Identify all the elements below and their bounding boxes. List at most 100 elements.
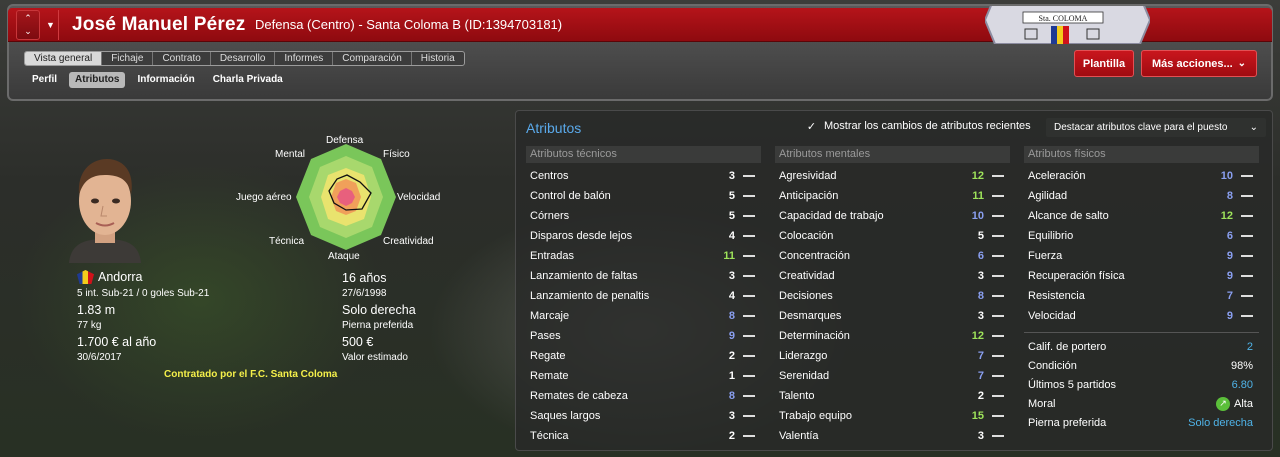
- radar-label-creatividad: Creatividad: [383, 236, 434, 247]
- attribute-row[interactable]: Liderazgo 7: [775, 346, 1010, 366]
- attribute-value: 3: [728, 270, 735, 282]
- attribute-row[interactable]: Saques largos 3: [526, 406, 761, 426]
- attribute-row[interactable]: Resistencia 7: [1024, 286, 1259, 306]
- subtab-2[interactable]: Información: [131, 72, 200, 88]
- nav-arrows[interactable]: ⌃ ⌄: [16, 10, 40, 40]
- tab-2[interactable]: Contrato: [153, 52, 211, 65]
- attribute-value: 5: [728, 190, 735, 202]
- chevron-down-icon[interactable]: ⌄: [24, 25, 32, 38]
- attribute-row[interactable]: Valentía 3: [775, 426, 1010, 446]
- club-badge[interactable]: Sta. COLOMA: [985, 6, 1150, 44]
- attribute-row[interactable]: Agresividad 12: [775, 166, 1010, 186]
- attribute-value: 3: [728, 410, 735, 422]
- tab-3[interactable]: Desarrollo: [211, 52, 276, 65]
- attribute-row[interactable]: Colocación 5: [775, 226, 1010, 246]
- attribute-name: Agilidad: [1028, 190, 1068, 202]
- attribute-value: 10: [971, 210, 984, 222]
- subtab-0[interactable]: Perfil: [26, 72, 63, 88]
- attribute-row[interactable]: Concentración 6: [775, 246, 1010, 266]
- tab-0[interactable]: Vista general: [25, 52, 103, 65]
- attribute-row[interactable]: Talento 2: [775, 386, 1010, 406]
- title-dropdown[interactable]: ▼: [43, 10, 59, 40]
- nation-name: Andorra: [98, 270, 143, 284]
- tab-4[interactable]: Informes: [275, 52, 334, 65]
- attribute-row[interactable]: Entradas 11: [526, 246, 761, 266]
- attribute-row[interactable]: Disparos desde lejos 4: [526, 226, 761, 246]
- attribute-row[interactable]: Lanzamiento de faltas 3: [526, 266, 761, 286]
- attribute-row[interactable]: Técnica 2: [526, 426, 761, 446]
- attribute-row[interactable]: Trabajo equipo 15: [775, 406, 1010, 426]
- attribute-row[interactable]: Marcaje 8: [526, 306, 761, 326]
- no-change-dash-icon: [1241, 315, 1253, 317]
- attribute-row[interactable]: Decisiones 8: [775, 286, 1010, 306]
- attribute-name: Capacidad de trabajo: [779, 210, 884, 222]
- attribute-row[interactable]: Control de balón 5: [526, 186, 761, 206]
- attribute-row[interactable]: Alcance de salto 12: [1024, 206, 1259, 226]
- chevron-up-icon[interactable]: ⌃: [24, 12, 32, 25]
- attribute-row[interactable]: Lanzamiento de penaltis 4: [526, 286, 761, 306]
- attribute-row[interactable]: Creatividad 3: [775, 266, 1010, 286]
- contracted-by[interactable]: Contratado por el F.C. Santa Coloma: [164, 369, 337, 380]
- stat-row: Condición 98%: [1024, 356, 1259, 375]
- stat-label: Moral: [1028, 397, 1056, 410]
- attribute-row[interactable]: Velocidad 9: [1024, 306, 1259, 326]
- attribute-value: 12: [971, 330, 984, 342]
- stat-value: 98%: [1230, 359, 1253, 372]
- attribute-row[interactable]: Serenidad 7: [775, 366, 1010, 386]
- attribute-row[interactable]: Remate 1: [526, 366, 761, 386]
- attribute-value: 12: [971, 170, 984, 182]
- stat-value-wrap: 98%: [1231, 360, 1253, 372]
- technical-header: Atributos técnicos: [526, 146, 761, 163]
- radar-label-fisico: Físico: [383, 149, 410, 160]
- no-change-dash-icon: [992, 435, 1004, 437]
- attribute-row[interactable]: Remates de cabeza 8: [526, 386, 761, 406]
- attribute-row[interactable]: Fuerza 9: [1024, 246, 1259, 266]
- subtab-3[interactable]: Charla Privada: [207, 72, 289, 88]
- attribute-row[interactable]: Regate 2: [526, 346, 761, 366]
- attribute-name: Control de balón: [530, 190, 611, 202]
- attribute-row[interactable]: Recuperación física 9: [1024, 266, 1259, 286]
- attribute-row[interactable]: Equilibrio 6: [1024, 226, 1259, 246]
- show-changes-checkbox[interactable]: ✓ Mostrar los cambios de atributos recie…: [806, 120, 1031, 133]
- attribute-name: Colocación: [779, 230, 834, 242]
- attribute-value: 12: [1220, 210, 1233, 222]
- no-change-dash-icon: [1241, 175, 1253, 177]
- tab-6[interactable]: Historia: [412, 52, 464, 65]
- no-change-dash-icon: [743, 335, 755, 337]
- attribute-row[interactable]: Córners 5: [526, 206, 761, 226]
- attribute-row[interactable]: Centros 3: [526, 166, 761, 186]
- attribute-value: 7: [977, 370, 984, 382]
- squad-button[interactable]: Plantilla: [1074, 50, 1134, 77]
- checkmark-icon: ✓: [806, 120, 817, 133]
- attribute-value: 10: [1220, 170, 1233, 182]
- tab-5[interactable]: Comparación: [333, 52, 412, 65]
- more-actions-button[interactable]: Más acciones... ⌄: [1141, 50, 1257, 77]
- no-change-dash-icon: [1241, 195, 1253, 197]
- attribute-value: 5: [728, 210, 735, 222]
- attribute-row[interactable]: Agilidad 8: [1024, 186, 1259, 206]
- attribute-row[interactable]: Anticipación 11: [775, 186, 1010, 206]
- radar-label-velocidad: Velocidad: [397, 192, 441, 203]
- attribute-value: 8: [728, 390, 735, 402]
- attribute-row[interactable]: Capacidad de trabajo 10: [775, 206, 1010, 226]
- subtab-1[interactable]: Atributos: [69, 72, 126, 88]
- arrow-up-icon: ↗: [1216, 396, 1231, 411]
- attribute-row[interactable]: Aceleración 10: [1024, 166, 1259, 186]
- nation-row[interactable]: Andorra: [77, 270, 142, 284]
- attribute-row[interactable]: Pases 9: [526, 326, 761, 346]
- attribute-value: 11: [972, 190, 984, 202]
- no-change-dash-icon: [992, 275, 1004, 277]
- attribute-row[interactable]: Desmarques 3: [775, 306, 1010, 326]
- attribute-value: 7: [1226, 290, 1233, 302]
- highlight-key-attributes-dropdown[interactable]: Destacar atributos clave para el puesto …: [1046, 118, 1266, 137]
- attribute-row[interactable]: Determinación 12: [775, 326, 1010, 346]
- highlight-label: Destacar atributos clave para el puesto: [1054, 122, 1228, 133]
- chevron-down-icon: ⌄: [1237, 58, 1246, 69]
- player-position-club[interactable]: Defensa (Centro) - Santa Coloma B (ID:13…: [255, 17, 562, 32]
- no-change-dash-icon: [743, 195, 755, 197]
- no-change-dash-icon: [743, 415, 755, 417]
- no-change-dash-icon: [743, 315, 755, 317]
- tab-1[interactable]: Fichaje: [102, 52, 154, 65]
- stat-value: 6.80: [1231, 378, 1253, 391]
- no-change-dash-icon: [992, 355, 1004, 357]
